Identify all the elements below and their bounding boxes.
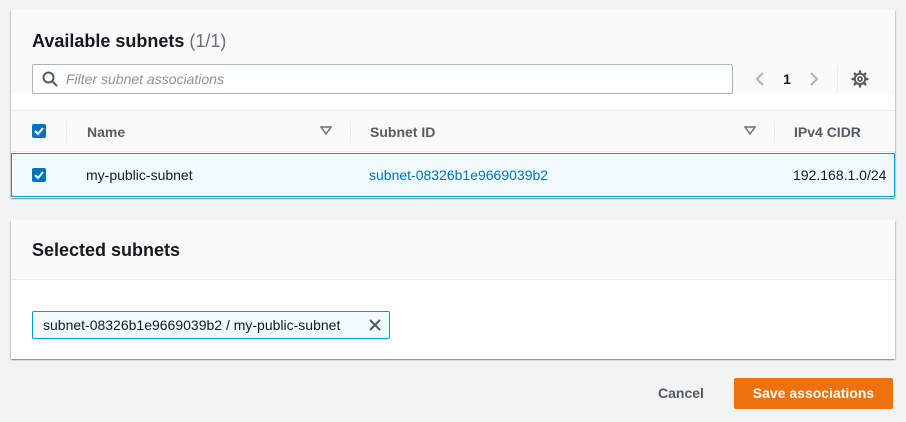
filter-row: 1 bbox=[32, 64, 875, 94]
selected-subnets-header: Selected subnets bbox=[11, 220, 895, 280]
close-icon[interactable] bbox=[368, 318, 382, 332]
page-number[interactable]: 1 bbox=[769, 71, 805, 87]
gear-icon[interactable] bbox=[851, 70, 869, 88]
search-icon bbox=[42, 71, 58, 87]
row-name: my-public-subnet bbox=[86, 167, 193, 183]
column-separator bbox=[66, 121, 67, 143]
table-row[interactable]: my-public-subnet subnet-08326b1e9669039b… bbox=[11, 153, 895, 197]
selected-subnets-panel: Selected subnets subnet-08326b1e9669039b… bbox=[11, 220, 895, 359]
row-ipv4-cidr: 192.168.1.0/24 bbox=[793, 167, 887, 183]
row-subnet-id-link[interactable]: subnet-08326b1e9669039b2 bbox=[369, 167, 548, 183]
selected-subnets-title: Selected subnets bbox=[32, 240, 181, 260]
filter-search-box[interactable] bbox=[32, 64, 733, 94]
checkbox-checked-icon bbox=[34, 127, 44, 136]
available-subnets-panel: Available subnets (1/1) 1 bbox=[11, 10, 895, 198]
cancel-button[interactable]: Cancel bbox=[645, 377, 717, 409]
column-header-subnet-id[interactable]: Subnet ID bbox=[370, 124, 435, 140]
available-subnets-title-text: Available subnets bbox=[32, 31, 185, 51]
column-header-name[interactable]: Name bbox=[87, 124, 125, 140]
available-subnets-title: Available subnets (1/1) bbox=[32, 30, 875, 52]
filter-input[interactable] bbox=[66, 65, 716, 93]
caret-down-icon[interactable] bbox=[320, 126, 332, 136]
caret-down-icon[interactable] bbox=[744, 126, 756, 136]
checkbox-checked-icon bbox=[34, 171, 44, 180]
available-subnets-header: Available subnets (1/1) 1 bbox=[11, 10, 895, 94]
save-associations-button[interactable]: Save associations bbox=[734, 378, 893, 409]
table-header: Name Subnet ID IPv4 CIDR bbox=[11, 110, 895, 152]
column-header-ipv4-cidr[interactable]: IPv4 CIDR bbox=[794, 124, 861, 140]
pagination-divider bbox=[837, 66, 838, 92]
chevron-left-icon[interactable] bbox=[753, 71, 769, 87]
available-subnets-count: (1/1) bbox=[189, 31, 227, 51]
pagination: 1 bbox=[753, 64, 869, 94]
row-checkbox[interactable] bbox=[32, 168, 46, 182]
column-separator bbox=[350, 121, 351, 143]
select-all-checkbox[interactable] bbox=[32, 124, 46, 138]
selected-subnet-token-label: subnet-08326b1e9669039b2 / my-public-sub… bbox=[43, 317, 341, 333]
selected-subnet-token: subnet-08326b1e9669039b2 / my-public-sub… bbox=[32, 311, 390, 339]
column-separator bbox=[774, 121, 775, 143]
chevron-right-icon[interactable] bbox=[805, 71, 821, 87]
